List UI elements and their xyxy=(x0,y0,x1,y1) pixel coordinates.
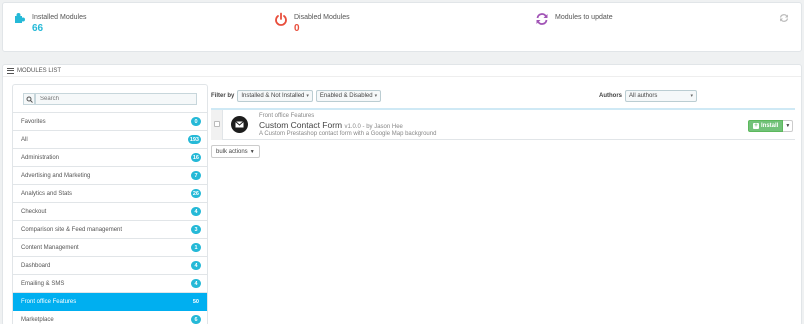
authors-filter: Authors All authors ▾ xyxy=(599,89,697,103)
filter-bar: Filter by Installed & Not Installed ▾ En… xyxy=(211,89,382,103)
category-label: Favorites xyxy=(21,118,46,125)
category-item[interactable]: Analytics and Stats 26 xyxy=(13,185,207,203)
authors-label: Authors xyxy=(599,93,622,99)
install-dropdown-toggle[interactable]: ▼ xyxy=(783,120,794,132)
bulk-actions-label: bulk actions xyxy=(216,148,248,155)
category-label: Analytics and Stats xyxy=(21,190,73,197)
status-filter-select[interactable]: Enabled & Disabled ▾ xyxy=(315,90,382,102)
search-row xyxy=(13,85,207,113)
kpi-title: Disabled Modules xyxy=(294,14,350,21)
module-row: Front office Features Custom Contact For… xyxy=(211,108,795,140)
category-item[interactable]: Checkout 4 xyxy=(13,203,207,221)
power-icon xyxy=(275,12,287,26)
category-item[interactable]: Dashboard 4 xyxy=(13,257,207,275)
install-button-group: + Install ▼ xyxy=(748,120,794,132)
select-value: Enabled & Disabled xyxy=(319,93,373,99)
install-label: Install xyxy=(761,123,779,129)
category-count-badge: 0 xyxy=(191,117,201,126)
search-icon[interactable] xyxy=(23,93,35,105)
filter-label: Filter by xyxy=(211,93,235,99)
caret-icon: ▾ xyxy=(306,93,309,99)
kpi-value: 66 xyxy=(32,23,44,34)
category-label: Comparison site & Feed management xyxy=(21,226,123,233)
refresh-icon[interactable] xyxy=(779,13,789,23)
module-category: Front office Features xyxy=(259,113,315,119)
caret-icon: ▾ xyxy=(690,93,693,99)
caret-icon: ▾ xyxy=(374,93,378,99)
category-count-badge: 26 xyxy=(190,189,201,198)
module-checkbox-cell xyxy=(211,110,223,140)
category-label: Emailing & SMS xyxy=(21,280,65,287)
category-label: All xyxy=(21,136,28,143)
category-label: Content Management xyxy=(21,244,79,251)
category-count-badge: 16 xyxy=(190,153,201,162)
modules-list-panel: MODULES LIST Favorites 0 All 193 Administrat… xyxy=(2,64,802,324)
category-item[interactable]: Advertising and Marketing 7 xyxy=(13,167,207,185)
module-name: Custom Contact Form xyxy=(259,120,343,130)
category-count-badge: 1 xyxy=(191,243,201,252)
category-count-badge: 6 xyxy=(191,315,201,324)
module-description: A Custom Prestashop contact form with a … xyxy=(259,131,437,137)
category-count-badge: 4 xyxy=(191,261,201,270)
category-item[interactable]: Content Management 1 xyxy=(13,239,207,257)
select-value: Installed & Not Installed xyxy=(241,93,305,99)
category-item[interactable]: Favorites 0 xyxy=(13,113,207,131)
category-count-badge: 50 xyxy=(190,297,201,306)
list-icon xyxy=(7,67,14,74)
category-item[interactable]: Marketplace 6 xyxy=(13,311,207,324)
select-value: All authors xyxy=(629,93,658,99)
module-name-line: Custom Contact Form v1.0.0 - by Jason He… xyxy=(259,120,403,130)
kpi-value: 0 xyxy=(294,23,300,34)
bulk-actions-button[interactable]: bulk actions ▼ xyxy=(211,145,260,158)
kpi-title: Installed Modules xyxy=(32,14,87,21)
category-item[interactable]: Administration 16 xyxy=(13,149,207,167)
kpi-title: Modules to update xyxy=(555,14,613,21)
category-count-badge: 4 xyxy=(191,207,201,216)
module-checkbox[interactable] xyxy=(214,121,220,127)
authors-select[interactable]: All authors ▾ xyxy=(625,90,697,102)
plus-icon: + xyxy=(753,123,759,129)
install-filter-select[interactable]: Installed & Not Installed ▾ xyxy=(237,90,313,102)
kpi-panel: Installed Modules 66 Disabled Modules 0 … xyxy=(2,2,802,52)
category-count-badge: 4 xyxy=(191,279,201,288)
caret-icon: ▼ xyxy=(249,148,255,155)
envelope-icon xyxy=(231,116,248,133)
category-label: Checkout xyxy=(21,208,47,215)
puzzle-icon xyxy=(15,13,25,23)
category-item[interactable]: Comparison site & Feed management 3 xyxy=(13,221,207,239)
category-item[interactable]: Front office Features 50 xyxy=(13,293,207,311)
panel-heading: MODULES LIST xyxy=(3,65,801,77)
category-label: Administration xyxy=(21,154,60,161)
category-label: Marketplace xyxy=(21,316,54,323)
category-item[interactable]: All 193 xyxy=(13,131,207,149)
category-sidebar: Favorites0All193Administration16Advertis… xyxy=(12,84,208,324)
module-version: v1.0.0 - by Jason Hee xyxy=(344,124,403,130)
sync-icon xyxy=(536,13,548,25)
panel-title: MODULES LIST xyxy=(17,67,62,74)
category-count-badge: 193 xyxy=(187,135,201,144)
category-label: Front office Features xyxy=(21,298,77,305)
category-count-badge: 7 xyxy=(191,171,201,180)
install-button[interactable]: + Install xyxy=(748,120,784,132)
category-label: Advertising and Marketing xyxy=(21,172,91,179)
search-input[interactable] xyxy=(35,93,197,105)
category-item[interactable]: Emailing & SMS 4 xyxy=(13,275,207,293)
category-list: Favorites 0 All 193 Administration 16 Advertis… xyxy=(13,113,207,324)
category-count-badge: 3 xyxy=(191,225,201,234)
category-label: Dashboard xyxy=(21,262,51,269)
